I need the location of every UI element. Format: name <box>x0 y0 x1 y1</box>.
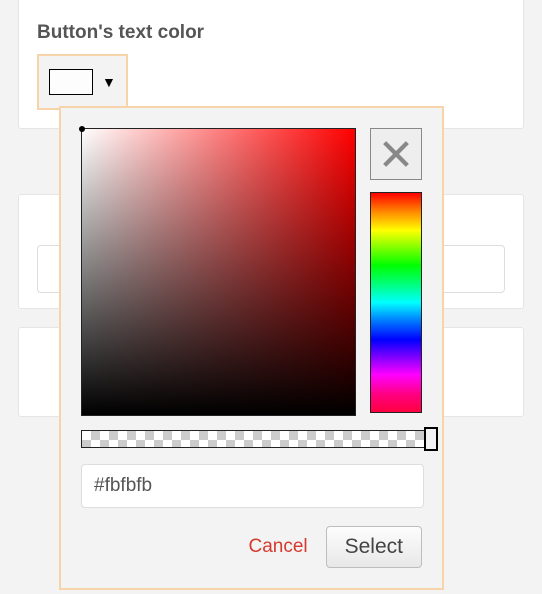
alpha-slider[interactable] <box>81 430 433 448</box>
color-swatch-box <box>49 69 93 95</box>
field-label: Button's text color <box>37 22 505 44</box>
color-picker-popover: Cancel Select <box>59 106 444 590</box>
hex-input[interactable] <box>81 464 424 508</box>
alpha-slider-handle[interactable] <box>424 427 438 451</box>
chevron-down-icon: ▼ <box>102 75 116 89</box>
select-button[interactable]: Select <box>326 526 422 568</box>
close-icon <box>379 137 413 171</box>
picker-actions: Cancel Select <box>81 526 422 568</box>
color-trigger[interactable]: ▼ <box>37 54 128 110</box>
picker-top-row <box>81 128 422 416</box>
sv-cursor[interactable] <box>79 126 85 132</box>
close-button[interactable] <box>370 128 422 180</box>
hue-slider[interactable] <box>370 192 422 413</box>
picker-right-column <box>370 128 422 413</box>
cancel-button[interactable]: Cancel <box>248 536 307 558</box>
saturation-value-panel[interactable] <box>81 128 356 416</box>
